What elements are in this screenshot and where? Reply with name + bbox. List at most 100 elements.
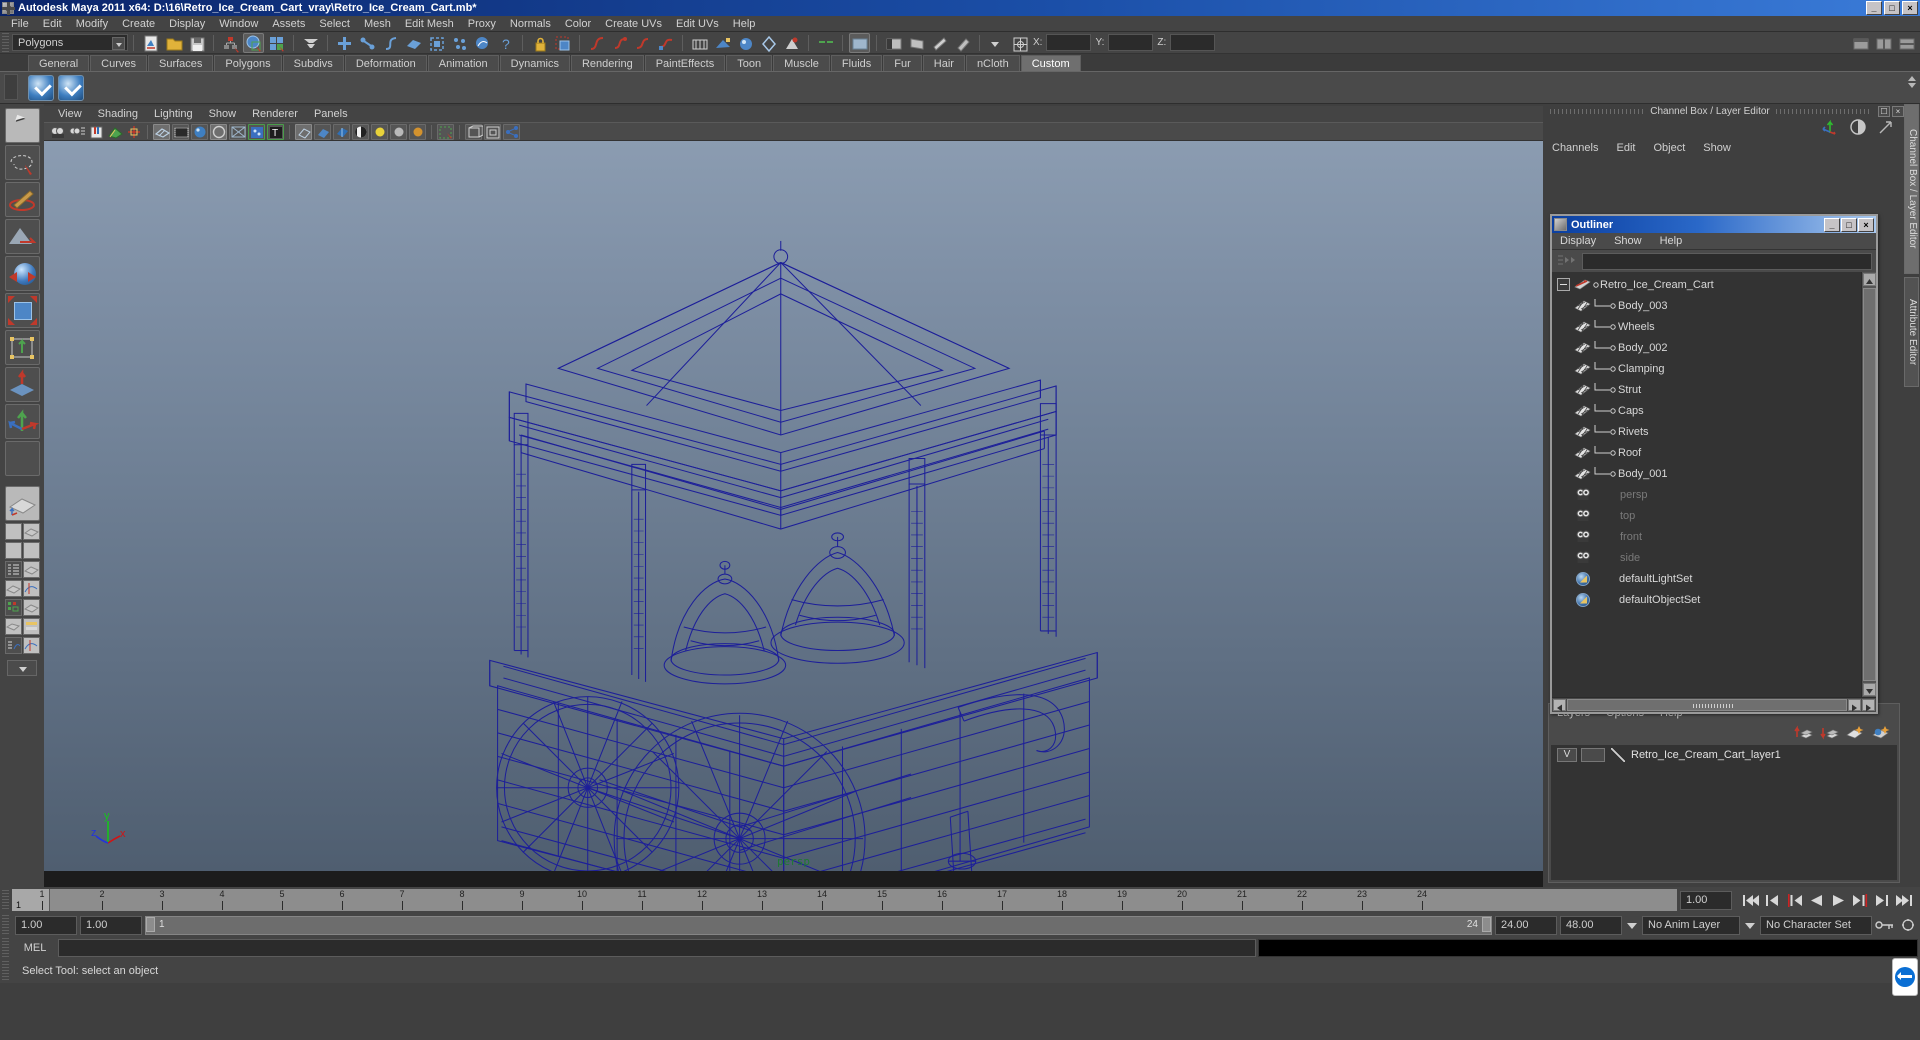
image-plane-icon[interactable] [106, 124, 123, 140]
sidebar-toggle-1-icon[interactable] [883, 33, 904, 53]
maximize-button[interactable]: □ [1884, 1, 1900, 15]
ipr-render-icon[interactable] [735, 33, 756, 53]
scroll-right-icon[interactable] [1848, 699, 1861, 712]
outliner-item-body-001[interactable]: Body_001 [1552, 463, 1861, 484]
layer-list[interactable]: V Retro_Ice_Cream_Cart_layer1 [1551, 745, 1897, 880]
undock-panel-icon[interactable]: ☐ [1878, 105, 1891, 117]
outliner-item-rivets[interactable]: Rivets [1552, 421, 1861, 442]
shelf-tab-polygons[interactable]: Polygons [214, 55, 282, 71]
show-manipulator-tool-button[interactable] [4, 367, 40, 402]
use-selected-lights-icon[interactable] [333, 123, 350, 140]
snap-curve-icon[interactable] [586, 33, 607, 53]
two-d-pan-zoom-icon[interactable] [125, 124, 142, 140]
time-slider-grip[interactable] [2, 890, 9, 910]
text-display-icon[interactable]: T [267, 123, 284, 140]
statusline-grip[interactable] [2, 32, 9, 53]
viewport-menu-lighting[interactable]: Lighting [146, 106, 201, 122]
play-backwards-icon[interactable] [1807, 892, 1826, 909]
shelf-options-grip[interactable] [4, 74, 18, 100]
character-set-dropdown-icon[interactable] [1743, 916, 1757, 935]
range-end-field[interactable]: 1.00 [80, 915, 142, 935]
scroll-right-extra-icon[interactable] [1862, 699, 1875, 712]
menu-assets[interactable]: Assets [265, 16, 312, 32]
move-layer-down-icon[interactable] [1819, 724, 1839, 740]
animation-end-field[interactable]: 48.00 [1560, 915, 1622, 935]
menu-color[interactable]: Color [558, 16, 598, 32]
outliner-show-menu[interactable]: Show [1614, 235, 1660, 247]
outliner-item-clamping[interactable]: Clamping [1552, 358, 1861, 379]
layer-color-swatch[interactable] [1609, 748, 1627, 762]
shelf-tab-animation[interactable]: Animation [427, 55, 499, 71]
toggle-show-channel-box-icon[interactable] [815, 33, 836, 53]
camera-attributes-icon[interactable] [68, 124, 85, 140]
flat-shade-icon[interactable] [210, 123, 227, 140]
sidebar-toggle-4-icon[interactable] [952, 33, 973, 53]
menu-edit-mesh[interactable]: Edit Mesh [398, 16, 461, 32]
current-time-field[interactable]: 1.00 [1680, 890, 1732, 910]
outliner-item-front[interactable]: front [1552, 526, 1861, 547]
wireframe-shading-icon[interactable] [153, 123, 171, 140]
collapse-icon[interactable] [1557, 278, 1570, 291]
show-hide-ui-2-icon[interactable] [1873, 33, 1894, 53]
command-line-grip[interactable] [2, 938, 9, 958]
texture-display-icon[interactable] [248, 123, 265, 140]
move-tool-button[interactable] [4, 404, 40, 439]
mask-rendering-icon[interactable] [472, 33, 493, 53]
z-input[interactable] [1170, 34, 1216, 51]
outliner-item-caps[interactable]: Caps [1552, 400, 1861, 421]
snap-grid-icon[interactable] [552, 33, 573, 53]
expand-arrow-icon[interactable] [1876, 118, 1896, 141]
lasso-tool-button[interactable] [4, 145, 40, 180]
shelf-tab-ncloth[interactable]: nCloth [965, 55, 1020, 71]
shelf-tab-fluids[interactable]: Fluids [830, 55, 883, 71]
menu-modify[interactable]: Modify [69, 16, 115, 32]
outliner-minimize-button[interactable]: _ [1824, 217, 1840, 232]
select-by-component-type-icon[interactable] [266, 33, 287, 53]
outliner-search-input[interactable] [1582, 252, 1872, 270]
side-tab-channel-box[interactable]: Channel Box / Layer Editor [1904, 104, 1919, 274]
shelf-item-1-icon[interactable] [28, 74, 54, 101]
new-layer-icon[interactable] [1845, 724, 1864, 740]
range-start-handle[interactable] [146, 916, 155, 932]
outliner-close-button[interactable]: × [1858, 217, 1874, 232]
shelf-tab-toon[interactable]: Toon [726, 55, 773, 71]
viewport-menu-shading[interactable]: Shading [90, 106, 146, 122]
layout-persp-outliner-button[interactable] [22, 523, 40, 540]
shelf-tab-muscle[interactable]: Muscle [773, 55, 830, 71]
shelf-scroll-arrows[interactable] [1908, 76, 1916, 88]
range-end-handle[interactable] [1482, 916, 1491, 932]
menu-window[interactable]: Window [212, 16, 265, 32]
select-tool-button[interactable] [4, 108, 40, 143]
layer-visibility-toggle[interactable]: V [1557, 748, 1577, 762]
outliner-item-body-003[interactable]: Body_003 [1552, 295, 1861, 316]
select-by-hierarchy-icon[interactable] [220, 33, 241, 53]
close-button[interactable]: × [1902, 1, 1918, 15]
outliner-item-top[interactable]: top [1552, 505, 1861, 526]
paint-select-tool-button[interactable] [4, 182, 40, 217]
shelf-tab-hair[interactable]: Hair [922, 55, 965, 71]
menu-proxy[interactable]: Proxy [461, 16, 503, 32]
display-layers-icon[interactable] [484, 123, 501, 140]
menu-help[interactable]: Help [726, 16, 763, 32]
outliner-item-default-light-set[interactable]: defaultLightSet [1552, 568, 1861, 589]
snap-view-plane-icon[interactable] [632, 33, 653, 53]
play-forwards-icon[interactable] [1829, 892, 1848, 909]
menu-edit-uvs[interactable]: Edit UVs [669, 16, 726, 32]
shading-toggle-icon[interactable] [1848, 118, 1868, 141]
shelf-tab-fur[interactable]: Fur [883, 55, 922, 71]
layout-graph-persp-button[interactable] [22, 637, 40, 654]
outliner-display-menu[interactable]: Display [1560, 235, 1614, 247]
shadows-icon[interactable] [352, 123, 369, 140]
side-tab-attribute-editor[interactable]: Attribute Editor [1904, 277, 1919, 387]
layer-row[interactable]: V Retro_Ice_Cream_Cart_layer1 [1551, 745, 1897, 765]
absolute-transform-icon[interactable] [1009, 33, 1030, 53]
cb-show-menu[interactable]: Show [1703, 142, 1749, 154]
outliner-item-wheels[interactable]: Wheels [1552, 316, 1861, 337]
render-icon[interactable] [712, 33, 733, 53]
new-layer-from-selected-icon[interactable] [1871, 724, 1890, 740]
light-amber-icon[interactable] [409, 123, 426, 140]
outliner-tree[interactable]: Retro_Ice_Cream_Cart Body_003 Wheels Bod… [1552, 272, 1876, 697]
y-input[interactable] [1108, 34, 1154, 51]
range-bar-inner[interactable] [145, 915, 1492, 935]
shelf-tab-custom[interactable]: Custom [1020, 55, 1081, 71]
